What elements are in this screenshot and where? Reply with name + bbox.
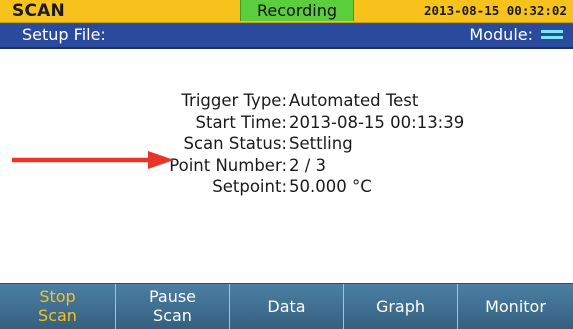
current-datetime: 2013-08-15 00:32:02 (424, 3, 567, 18)
data-button[interactable]: Data (230, 284, 344, 329)
pause-scan-line1: Pause (148, 287, 197, 306)
stop-scan-button[interactable]: Stop Scan (0, 284, 116, 329)
detail-row-trigger-type: Trigger Type: Automated Test (0, 91, 573, 113)
pause-scan-line2: Scan (153, 306, 192, 325)
monitor-button[interactable]: Monitor (458, 284, 573, 329)
app-title: SCAN (12, 1, 65, 21)
stop-scan-line1: Stop (39, 287, 76, 306)
setpoint-label: Setpoint: (212, 177, 287, 196)
scan-details: Trigger Type: Automated Test Start Time:… (0, 91, 573, 199)
red-arrow-icon (12, 151, 174, 169)
start-time-value: 2013-08-15 00:13:39 (289, 112, 465, 132)
module-label: Module: (469, 25, 533, 44)
point-number-label: Point Number: (169, 155, 287, 175)
pause-scan-button[interactable]: Pause Scan (116, 284, 230, 329)
point-number-value: 2 / 3 (289, 155, 327, 175)
stop-scan-line2: Scan (38, 306, 77, 325)
status-bar: SCAN Recording 2013-08-15 00:32:02 (0, 0, 573, 23)
monitor-button-label: Monitor (485, 297, 546, 316)
data-button-label: Data (267, 297, 306, 316)
trigger-type-label: Trigger Type: (181, 91, 287, 110)
detail-row-start-time: Start Time: 2013-08-15 00:13:39 (0, 113, 573, 135)
scan-status-value: Settling (289, 134, 353, 153)
trigger-type-value: Automated Test (289, 91, 419, 110)
module-indicator-icon (541, 30, 563, 40)
softkey-bar: Stop Scan Pause Scan Data Graph Monitor (0, 283, 573, 329)
setpoint-value: 50.000 °C (289, 177, 372, 196)
info-bar: Setup File: Module: (0, 23, 573, 49)
setup-file-label: Setup File: (22, 25, 106, 44)
start-time-label: Start Time: (195, 112, 288, 132)
scan-screen: SCAN Recording 2013-08-15 00:32:02 Setup… (0, 0, 573, 329)
scan-details-panel: Trigger Type: Automated Test Start Time:… (0, 49, 573, 282)
detail-row-setpoint: Setpoint: 50.000 °C (0, 177, 573, 199)
scan-status-label: Scan Status: (183, 134, 288, 153)
graph-button-label: Graph (375, 297, 426, 316)
recording-indicator: Recording (240, 0, 354, 21)
graph-button[interactable]: Graph (344, 284, 458, 329)
